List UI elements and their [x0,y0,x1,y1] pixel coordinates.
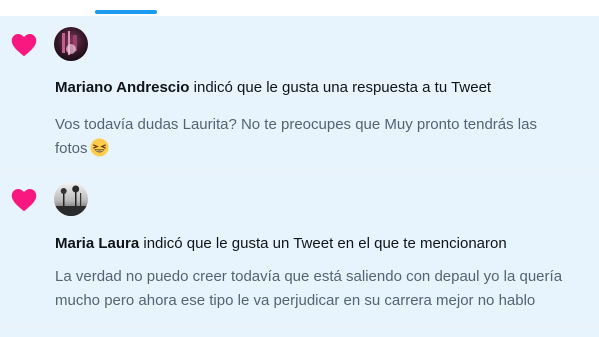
tab-strip [0,0,599,16]
laughing-emoji-icon [90,138,109,157]
actor-name[interactable]: Mariano Andrescio [55,79,189,96]
avatar[interactable] [54,182,88,216]
notification-headline: Mariano Andrescio indicó que le gusta un… [55,79,491,96]
notification-item[interactable]: Mariano Andrescio indicó que le gusta un… [0,16,599,170]
actor-name[interactable]: Maria Laura [55,235,139,252]
action-text: indicó que le gusta un Tweet en el que t… [143,235,507,252]
tweet-text-line-with-emoji: fotos [55,137,595,161]
tweet-text: Vos todavía dudas Laurita? No te preocup… [55,113,595,161]
tweet-text-line: La verdad no puedo creer todavía que est… [55,268,563,285]
action-text: indicó que le gusta una respuesta a tu T… [193,79,492,96]
heart-icon [11,34,37,57]
next-notification-edge [0,327,599,337]
heart-icon [11,189,37,212]
tweet-text-line: fotos [55,140,88,157]
avatar[interactable] [54,27,88,61]
tweet-text-line: Vos todavía dudas Laurita? No te preocup… [55,116,537,133]
active-tab-indicator [95,10,157,14]
notification-item[interactable]: Maria Laura indicó que le gusta un Tweet… [0,171,599,326]
notification-headline: Maria Laura indicó que le gusta un Tweet… [55,235,507,252]
tweet-text-line: mucho pero ahora ese tipo le va perjudic… [55,292,536,309]
tweet-text: La verdad no puedo creer todavía que est… [55,265,599,313]
